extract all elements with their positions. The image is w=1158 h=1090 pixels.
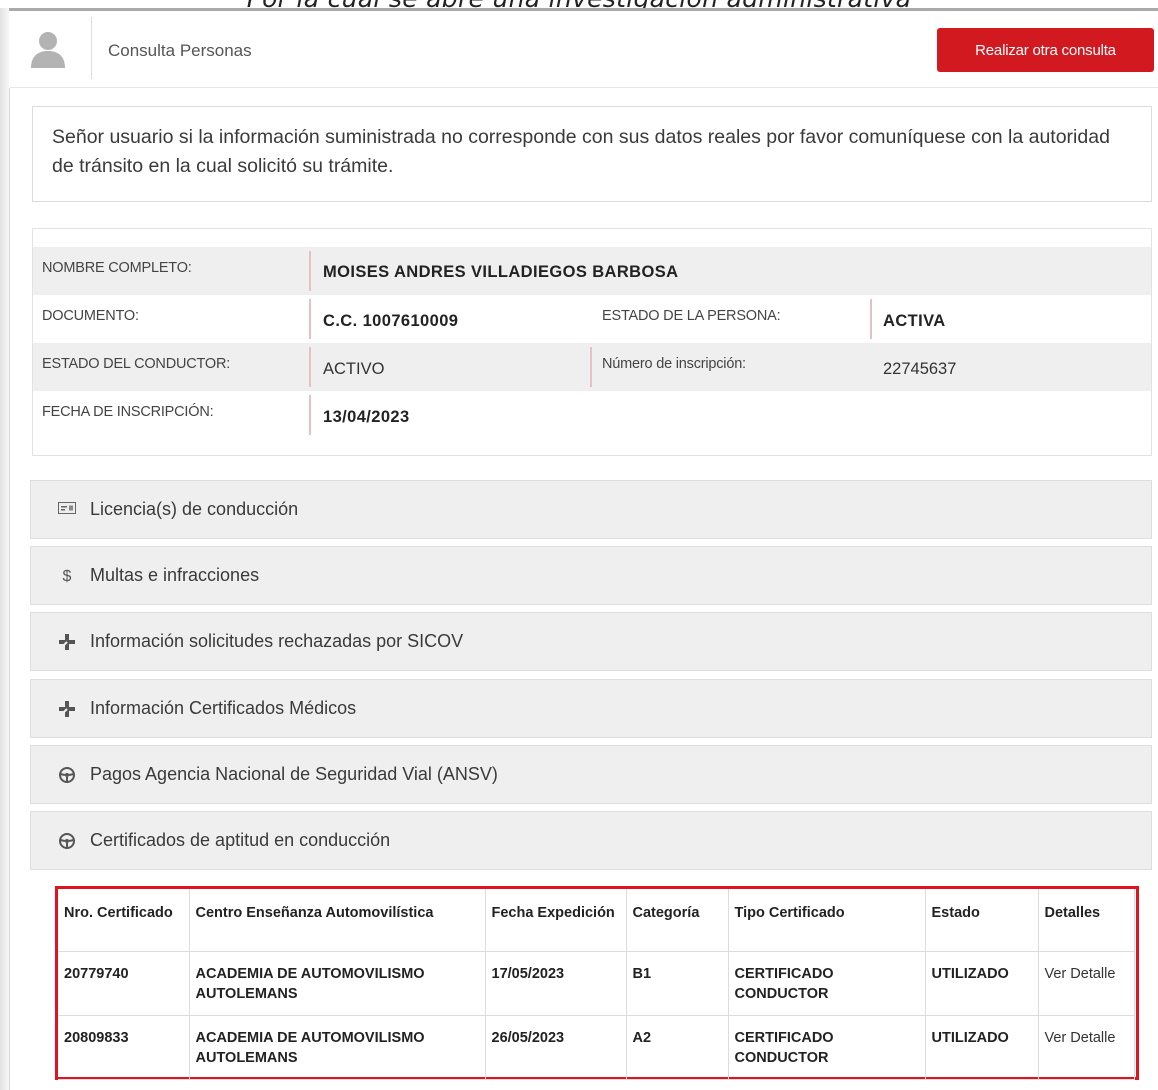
col-header: Centro Enseñanza Automovilística [189, 889, 486, 952]
medical-plus-icon [57, 700, 77, 720]
new-query-button[interactable]: Realizar otra consulta [937, 28, 1154, 72]
dollar-icon: $ [62, 568, 72, 585]
panel-sicov[interactable]: Información solicitudes rechazadas por S… [30, 612, 1152, 671]
documento-value: C.C. 1007610009 [323, 312, 459, 330]
value-divider [870, 299, 872, 339]
cell-categoria: B1 [626, 951, 729, 1016]
row-nombre: NOMBRE COMPLETO: MOISES ANDRES VILLADIEG… [33, 247, 1151, 295]
value-divider [309, 347, 311, 387]
panel-label: Certificados de aptitud en conducción [90, 830, 391, 850]
cell-tipo: CERTIFICADO CONDUCTOR [728, 951, 926, 1016]
nombre-value: MOISES ANDRES VILLADIEGOS BARBOSA [323, 263, 679, 281]
panel-multas[interactable]: $ Multas e infracciones [30, 546, 1152, 605]
value-divider [309, 299, 311, 339]
cell-estado: UTILIZADO [925, 951, 1039, 1016]
medical-plus-icon [57, 633, 77, 653]
cell-centro: ACADEMIA DE AUTOMOVILISMO AUTOLEMANS [189, 951, 486, 1016]
cell-estado: UTILIZADO [925, 1015, 1039, 1080]
fecha-inscripcion-label: FECHA DE INSCRIPCIÓN: [42, 404, 214, 420]
table-row: 20809833 ACADEMIA DE AUTOMOVILISMO AUTOL… [58, 1015, 1135, 1080]
inscripcion-num-value: 22745637 [883, 360, 957, 378]
panel-label: Pagos Agencia Nacional de Seguridad Vial… [90, 764, 498, 784]
nombre-label: NOMBRE COMPLETO: [42, 260, 192, 276]
cell-centro: ACADEMIA DE AUTOMOVILISMO AUTOLEMANS [189, 1015, 486, 1080]
page-header: Consulta Personas Realizar otra consulta [10, 11, 1158, 88]
notice-message: Señor usuario si la información suminist… [32, 106, 1152, 202]
license-card-icon [57, 501, 77, 521]
row-documento: DOCUMENTO: C.C. 1007610009 ESTADO DE LA … [33, 295, 1151, 343]
estado-conductor-value: ACTIVO [323, 360, 385, 378]
inscripcion-num-label: Número de inscripción: [602, 356, 746, 372]
cell-fecha: 17/05/2023 [485, 951, 627, 1016]
panel-pagos-ansv[interactable]: Pagos Agencia Nacional de Seguridad Vial… [30, 745, 1152, 804]
steering-wheel-icon [57, 832, 77, 852]
value-divider [590, 347, 592, 387]
header-separator [91, 17, 92, 79]
cell-fecha: 26/05/2023 [485, 1015, 627, 1080]
user-icon [31, 32, 65, 68]
estado-persona-label: ESTADO DE LA PERSONA: [602, 308, 781, 324]
cell-nro: 20809833 [58, 1015, 190, 1080]
panel-licencias[interactable]: Licencia(s) de conducción [30, 480, 1152, 539]
certificates-table-highlight: Nro. Certificado Centro Enseñanza Automo… [55, 886, 1139, 1080]
col-header: Tipo Certificado [728, 889, 926, 952]
panel-label: Multas e infracciones [90, 565, 260, 585]
table-row: 20779740 ACADEMIA DE AUTOMOVILISMO AUTOL… [58, 951, 1135, 1016]
fecha-inscripcion-value: 13/04/2023 [323, 408, 410, 426]
estado-persona-value: ACTIVA [883, 312, 946, 330]
col-header: Fecha Expedición [485, 889, 627, 952]
col-header: Nro. Certificado [58, 889, 190, 952]
panel-label: Información solicitudes rechazadas por S… [90, 631, 464, 651]
left-edge [0, 8, 10, 1090]
ver-detalle-link[interactable]: Ver Detalle [1038, 951, 1135, 1016]
value-divider [309, 395, 311, 435]
panel-label: Información Certificados Médicos [90, 698, 357, 718]
certificates-table: Nro. Certificado Centro Enseñanza Automo… [58, 889, 1135, 1080]
documento-label: DOCUMENTO: [42, 308, 139, 324]
col-header: Categoría [626, 889, 729, 952]
ver-detalle-link[interactable]: Ver Detalle [1038, 1015, 1135, 1080]
col-header: Estado [925, 889, 1039, 952]
person-info-card: NOMBRE COMPLETO: MOISES ANDRES VILLADIEG… [32, 228, 1152, 456]
page-title: Consulta Personas [108, 41, 252, 60]
cell-categoria: A2 [626, 1015, 729, 1080]
panel-certificados-aptitud[interactable]: Certificados de aptitud en conducción [30, 811, 1152, 870]
cell-nro: 20779740 [58, 951, 190, 1016]
value-divider [309, 251, 311, 291]
row-fecha-inscripcion: FECHA DE INSCRIPCIÓN: 13/04/2023 [33, 391, 1151, 439]
col-header: Detalles [1038, 889, 1135, 952]
row-estado-conductor: ESTADO DEL CONDUCTOR: ACTIVO Número de i… [33, 343, 1151, 391]
table-header-row: Nro. Certificado Centro Enseñanza Automo… [58, 889, 1135, 952]
steering-wheel-icon [57, 766, 77, 786]
panel-certificados-medicos[interactable]: Información Certificados Médicos [30, 679, 1152, 738]
estado-conductor-label: ESTADO DEL CONDUCTOR: [42, 356, 231, 372]
cell-tipo: CERTIFICADO CONDUCTOR [728, 1015, 926, 1080]
panel-label: Licencia(s) de conducción [90, 499, 299, 519]
